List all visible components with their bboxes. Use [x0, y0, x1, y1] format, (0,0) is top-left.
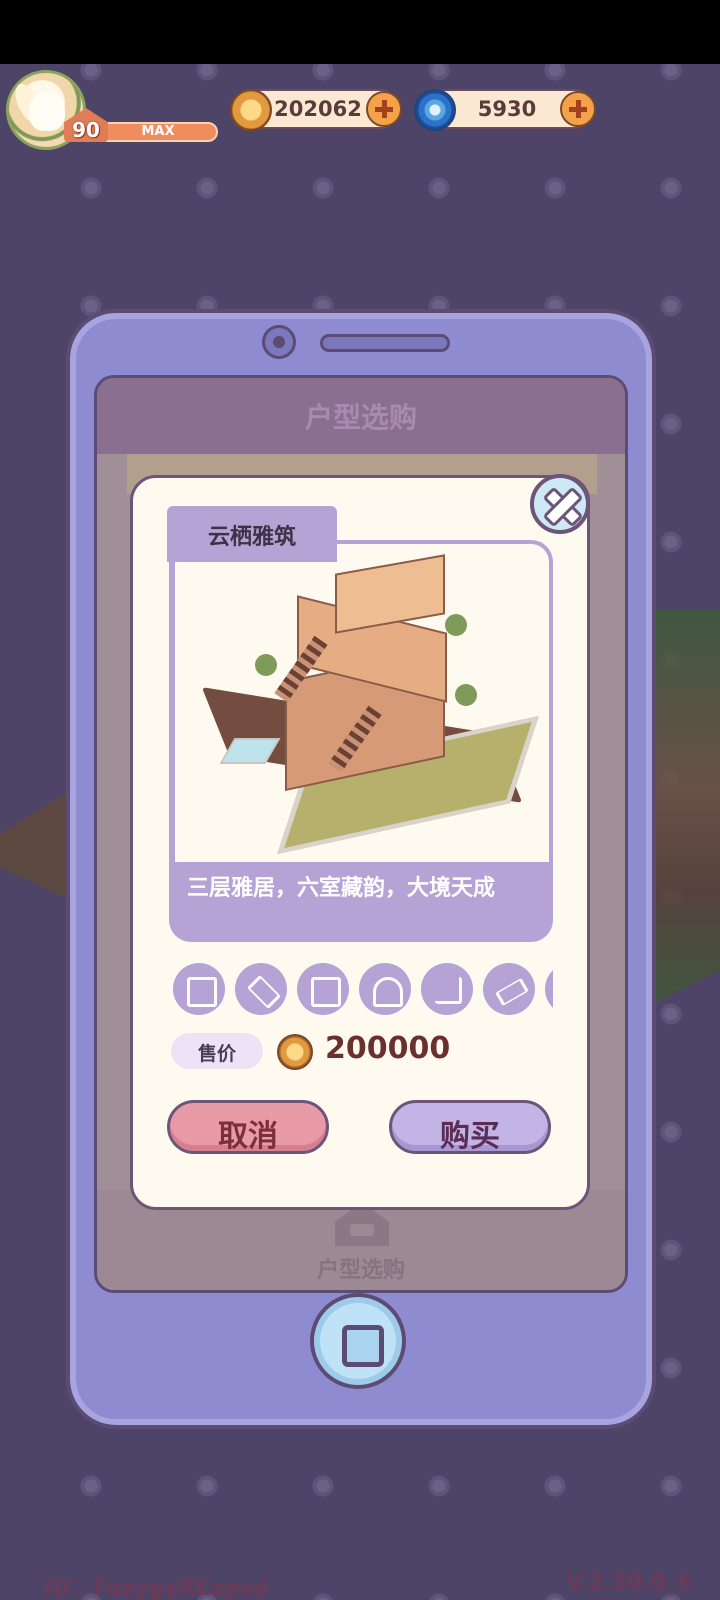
plant [255, 654, 277, 676]
house-name-tab: 云栖雅筑 [167, 506, 337, 562]
add-gems-button[interactable] [560, 91, 596, 127]
rug-icon [235, 963, 287, 1015]
swirl-gem-icon [414, 89, 456, 131]
plant [445, 614, 467, 636]
house-illustration [173, 544, 549, 862]
gem-amount: 5930 [477, 97, 537, 121]
stairs-icon [421, 963, 473, 1015]
coin-icon [230, 89, 272, 131]
status-bar [0, 0, 720, 64]
xp-bar: MAX [98, 122, 218, 142]
feature-icons-row[interactable] [173, 963, 553, 1017]
price-value: 200000 [325, 1031, 451, 1066]
close-icon[interactable] [530, 474, 590, 534]
bed-icon [297, 963, 349, 1015]
house-purchase-dialog: 三层雅居，六室藏韵，大境天成 云栖雅筑 售价 200000 取消 购买 [130, 475, 590, 1210]
house-card: 三层雅居，六室藏韵，大境天成 [169, 540, 553, 942]
bridge-icon [483, 963, 535, 1015]
garden-scene-left [0, 790, 70, 900]
coin-icon [277, 1034, 313, 1070]
coin-amount: 202062 [274, 97, 362, 121]
bunny-face [29, 91, 65, 131]
cancel-label: 取消 [218, 1119, 278, 1154]
version-label: V.2.30.0_6 [566, 1570, 693, 1595]
phone-home-button[interactable] [310, 1293, 406, 1389]
price-label: 售价 [197, 1043, 236, 1065]
player-id: ID：FazygoREzpsd [44, 1576, 269, 1600]
buy-button[interactable]: 购买 [389, 1100, 551, 1154]
fence-icon [359, 963, 411, 1015]
speaker-slot [320, 334, 450, 352]
price-label-tag: 售价 [171, 1033, 263, 1069]
cancel-button[interactable]: 取消 [167, 1100, 329, 1154]
level-badge: 90 [64, 108, 108, 142]
add-coins-button[interactable] [366, 91, 402, 127]
screen-title: 户型选购 [304, 401, 417, 434]
piano-icon [173, 963, 225, 1015]
level-number: 90 [72, 118, 100, 142]
buy-label: 购买 [440, 1119, 500, 1154]
nav-label-house-shop[interactable]: 户型选购 [97, 1252, 625, 1284]
plant [455, 684, 477, 706]
coin-counter: 202062 [230, 89, 402, 131]
house-description: 三层雅居，六室藏韵，大境天成 [187, 876, 496, 901]
rug-icon [545, 963, 553, 1015]
house-name: 云栖雅筑 [207, 525, 296, 550]
gem-counter: 5930 [414, 89, 596, 131]
xp-label: MAX [141, 124, 175, 139]
house-floor-3 [335, 554, 445, 634]
screen-header: 户型选购 [97, 378, 625, 454]
camera-icon [262, 325, 296, 359]
